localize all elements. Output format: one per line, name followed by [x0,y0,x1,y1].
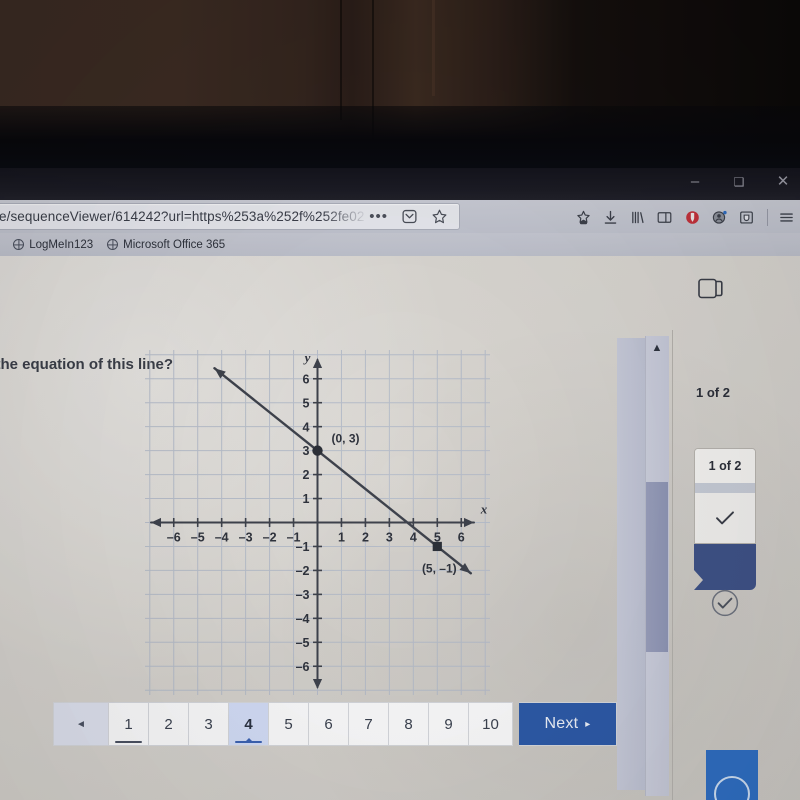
right-rail: 1 of 2 1 of 2 [672,330,800,800]
account-icon[interactable] [706,209,733,226]
graph-axes [150,358,475,689]
svg-text:x: x [480,502,488,517]
svg-text:5: 5 [303,396,310,410]
pagination-page-2[interactable]: 2 [149,702,189,746]
page-actions-icon[interactable]: ••• [369,208,388,225]
progress-card[interactable]: 1 of 2 [694,448,756,544]
reader-view-icon[interactable] [697,277,727,301]
scroll-up-arrow[interactable]: ▲ [650,341,664,355]
library-icon[interactable] [624,209,651,226]
close-button[interactable]: ✕ [774,174,792,189]
star-icon[interactable] [431,208,448,225]
svg-text:6: 6 [303,372,310,386]
svg-text:–2: –2 [263,531,277,545]
pagination-page-3[interactable]: 3 [189,702,229,746]
svg-text:–5: –5 [296,636,310,650]
container-tabs-icon[interactable] [733,209,760,226]
progress-label: 1 of 2 [696,385,730,400]
next-button-label: Next [544,715,579,732]
next-button[interactable]: Next ▸ [519,702,617,746]
graph-svg: –6 –5 –4 –3 –2 –1 1 2 3 4 5 6654321–1–2–3–4–5–6 xy … [145,350,490,695]
pagination-page-7[interactable]: 7 [349,702,389,746]
scrollbar-gutter [617,338,645,790]
svg-text:2: 2 [362,531,369,545]
maximize-button[interactable]: ❑ [730,176,748,188]
svg-text:–3: –3 [239,531,253,545]
progress-card-label: 1 of 2 [695,449,755,483]
svg-text:6: 6 [458,531,465,545]
browser-toolbar-icons [570,205,800,229]
pagination-page-5[interactable]: 5 [269,702,309,746]
svg-text:1: 1 [303,492,310,506]
svg-text:2: 2 [303,468,310,482]
flag-banner [694,544,756,590]
svg-text:(0, 3): (0, 3) [332,432,360,446]
svg-text:–4: –4 [215,531,229,545]
photo-background [0,0,800,168]
pagination-page-4[interactable]: 4 [229,702,269,746]
graph-point-labels: (0, 3) (5, –1) [332,432,457,576]
svg-text:3: 3 [386,531,393,545]
globe-icon [107,239,119,250]
svg-text:–6: –6 [296,660,310,674]
bookmark-label: Microsoft Office 365 [123,238,226,251]
rail-blue-button[interactable] [706,750,758,800]
svg-text:3: 3 [303,444,310,458]
scrollbar-thumb[interactable] [646,482,668,652]
pagination-prev-button[interactable]: ◄ [53,702,109,746]
svg-text:–2: –2 [296,564,310,578]
url-input[interactable]: e/sequenceViewer/614242?url=https%253a%2… [0,209,369,224]
svg-text:1: 1 [338,531,345,545]
svg-text:4: 4 [303,420,310,434]
graph-axis-titles: xy [303,350,488,517]
pagination: ◄ 1 2 3 4 5 6 7 8 9 10 Next ▸ [53,702,617,746]
check-icon [695,493,755,543]
sidebar-toggle-icon[interactable] [651,209,678,226]
pagination-page-6[interactable]: 6 [309,702,349,746]
svg-text:–1: –1 [296,540,310,554]
pagination-page-8[interactable]: 8 [389,702,429,746]
svg-text:y: y [303,350,311,365]
globe-icon [13,239,25,250]
pocket-save-icon[interactable] [570,209,597,226]
svg-text:(5, –1): (5, –1) [422,561,457,575]
pocket-icon[interactable] [401,208,418,225]
toolbar-divider [766,208,768,226]
svg-text:–4: –4 [296,612,310,626]
window-titlebar: – ❑ ✕ [0,168,800,204]
shield-icon[interactable] [679,209,706,226]
pagination-page-1[interactable]: 1 [109,702,149,746]
minimize-button[interactable]: – [686,174,704,189]
progress-card-band [695,483,755,493]
circle-check-icon[interactable] [710,588,740,618]
bookmark-item-logmein[interactable]: LogMeIn123 [13,239,93,251]
rail-divider [672,330,673,800]
svg-text:–3: –3 [296,588,310,602]
window-controls: – ❑ ✕ [686,174,792,189]
app-menu-icon[interactable] [773,209,800,226]
svg-text:4: 4 [410,531,417,545]
svg-text:–5: –5 [191,531,205,545]
downloads-icon[interactable] [597,209,624,226]
next-arrow-icon: ▸ [585,718,591,730]
url-bar[interactable]: e/sequenceViewer/614242?url=https%253a%2… [0,203,460,230]
coordinate-graph: –6 –5 –4 –3 –2 –1 1 2 3 4 5 6 6 5 4 3 2 1 –1 –2 –3 –4 –5 –6 xy … [145,350,490,695]
bookmark-item-office365[interactable]: Microsoft Office 365 [107,239,225,251]
svg-text:–6: –6 [167,531,181,545]
screenshot-root: – ❑ ✕ e/sequenceViewer/614242?url=https%… [0,0,800,800]
bookmarks-bar: t LogMeIn123 Microsoft Office 365 [0,233,800,256]
pagination-page-9[interactable]: 9 [429,702,469,746]
bookmark-label: LogMeIn123 [29,238,94,251]
pagination-page-10[interactable]: 10 [469,702,513,746]
